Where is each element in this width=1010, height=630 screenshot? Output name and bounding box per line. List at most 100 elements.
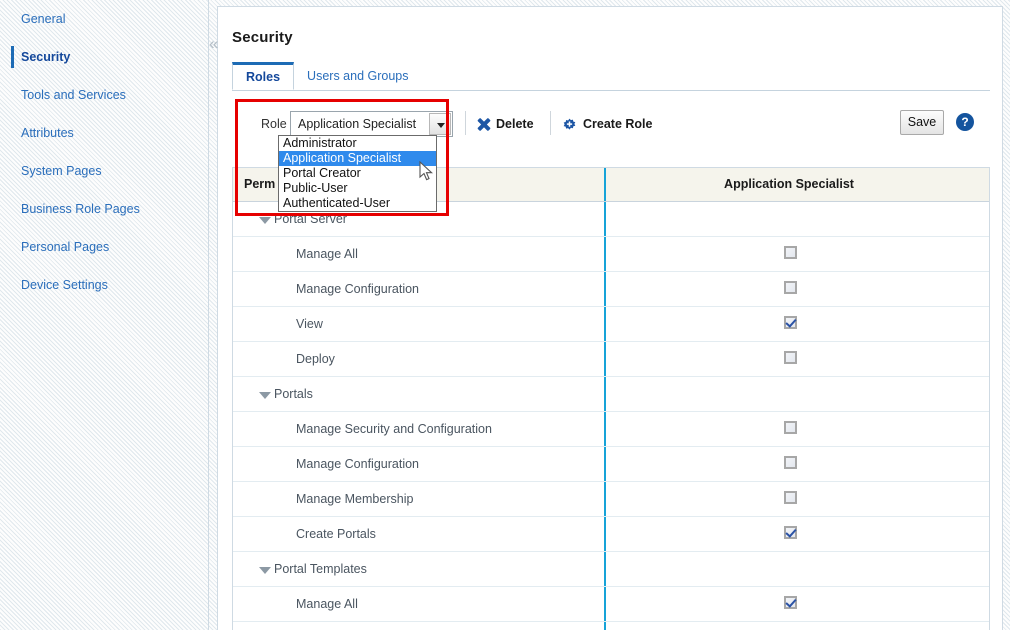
permission-label: Manage Membership (296, 492, 413, 506)
permission-label: Portal Server (274, 212, 347, 226)
column-divider (604, 482, 606, 516)
tab-label: Users and Groups (307, 69, 408, 83)
permission-label: Portals (274, 387, 313, 401)
settings-sidebar: General Security Tools and Services Attribu… (0, 0, 209, 630)
tree-expand-icon[interactable] (259, 217, 271, 224)
permission-label: Portal Templates (274, 562, 367, 576)
application-window: General Security Tools and Services Attribu… (0, 0, 1010, 630)
column-divider (604, 377, 606, 411)
sidebar-item-personal-pages[interactable]: Personal Pages (0, 228, 209, 266)
permission-checkbox[interactable] (784, 246, 797, 259)
collapse-panel-icon[interactable]: « (209, 34, 223, 54)
sidebar-nav-list: General Security Tools and Services Attribu… (0, 0, 209, 304)
table-row[interactable]: Create Portals (233, 517, 989, 552)
page-title: Security (232, 29, 293, 46)
column-divider (604, 447, 606, 481)
tree-expand-icon[interactable] (259, 392, 271, 399)
dropdown-option-public-user[interactable]: Public-User (279, 181, 436, 196)
permission-checkbox[interactable] (784, 351, 797, 364)
column-divider (604, 622, 606, 630)
sidebar-item-business-role-pages[interactable]: Business Role Pages (0, 190, 209, 228)
permission-label: Manage Security and Configuration (296, 422, 492, 436)
table-row[interactable]: Manage Membership (233, 482, 989, 517)
delete-button-label: Delete (496, 117, 534, 131)
tab-label: Roles (246, 70, 280, 84)
sidebar-item-system-pages[interactable]: System Pages (0, 152, 209, 190)
table-row[interactable]: Manage Configuration (233, 447, 989, 482)
role-label: Role (261, 117, 287, 131)
tree-expand-icon[interactable] (259, 567, 271, 574)
table-row[interactable]: View (233, 307, 989, 342)
create-role-button[interactable]: Create Role (562, 111, 652, 137)
table-row[interactable]: Manage All (233, 587, 989, 622)
sidebar-item-device-settings[interactable]: Device Settings (0, 266, 209, 304)
column-divider (604, 552, 606, 586)
sidebar-item-label: Tools and Services (21, 88, 126, 102)
close-icon (477, 118, 490, 131)
table-row[interactable]: Create Portal Templates (233, 622, 989, 630)
permissions-table: Perm Application Specialist Portal Serve… (232, 167, 990, 630)
column-divider (604, 237, 606, 271)
tab-users-and-groups[interactable]: Users and Groups (294, 62, 421, 90)
sidebar-item-general[interactable]: General (0, 0, 209, 38)
role-dropdown-list[interactable]: AdministratorApplication SpecialistPorta… (278, 135, 437, 212)
permission-label: Deploy (296, 352, 335, 366)
create-role-button-label: Create Role (583, 117, 652, 131)
table-body: Portal Server Manage All Manage Configurat… (233, 202, 989, 630)
permission-label: Manage Configuration (296, 282, 419, 296)
dropdown-option-authenticated-user[interactable]: Authenticated-User (279, 196, 436, 211)
help-icon[interactable]: ? (956, 113, 974, 131)
save-button[interactable]: Save (900, 110, 944, 135)
toolbar-divider-1 (465, 111, 466, 135)
sidebar-item-attributes[interactable]: Attributes (0, 114, 209, 152)
table-row[interactable]: Portals (233, 377, 989, 412)
permission-checkbox[interactable] (784, 281, 797, 294)
permission-label: View (296, 317, 323, 331)
permission-checkbox[interactable] (784, 421, 797, 434)
dropdown-option-application-specialist[interactable]: Application Specialist (279, 151, 436, 166)
chevron-down-icon[interactable] (429, 113, 451, 135)
tab-bar: Roles Users and Groups (232, 62, 990, 91)
column-divider (604, 307, 606, 341)
gear-plus-icon (562, 112, 577, 138)
table-row[interactable]: Manage Configuration (233, 272, 989, 307)
table-row[interactable]: Deploy (233, 342, 989, 377)
column-divider (604, 168, 606, 201)
permission-checkbox[interactable] (784, 596, 797, 609)
permission-checkbox[interactable] (784, 526, 797, 539)
table-row[interactable]: Manage Security and Configuration (233, 412, 989, 447)
sidebar-item-label: Attributes (21, 126, 74, 140)
column-divider (604, 342, 606, 376)
tab-roles[interactable]: Roles (232, 62, 294, 90)
permission-label: Manage All (296, 597, 358, 611)
table-row[interactable]: Portal Templates (233, 552, 989, 587)
column-divider (604, 587, 606, 621)
column-header-permissions: Perm (244, 177, 275, 191)
column-header-role: Application Specialist (603, 177, 975, 191)
toolbar-divider-2 (550, 111, 551, 135)
delete-button[interactable]: Delete (477, 111, 534, 137)
sidebar-item-security[interactable]: Security (0, 38, 209, 76)
permission-checkbox[interactable] (784, 316, 797, 329)
permission-checkbox[interactable] (784, 491, 797, 504)
sidebar-item-label: Security (21, 50, 70, 64)
main-content-panel: « Security RolesUsers and Groups Role Ap… (217, 6, 1003, 630)
permission-label: Manage All (296, 247, 358, 261)
permission-label: Create Portals (296, 527, 376, 541)
permission-checkbox[interactable] (784, 456, 797, 469)
sidebar-item-label: System Pages (21, 164, 102, 178)
sidebar-item-label: General (21, 12, 65, 26)
table-row[interactable]: Manage All (233, 237, 989, 272)
role-select[interactable]: Application Specialist (290, 111, 453, 137)
dropdown-option-portal-creator[interactable]: Portal Creator (279, 166, 436, 181)
sidebar-item-tools-and-services[interactable]: Tools and Services (0, 76, 209, 114)
sidebar-divider (208, 0, 209, 630)
column-divider (604, 517, 606, 551)
column-divider (604, 272, 606, 306)
sidebar-item-label: Device Settings (21, 278, 108, 292)
mouse-cursor (419, 161, 435, 183)
column-divider (604, 202, 606, 236)
permission-label: Manage Configuration (296, 457, 419, 471)
column-divider (604, 412, 606, 446)
dropdown-option-administrator[interactable]: Administrator (279, 136, 436, 151)
